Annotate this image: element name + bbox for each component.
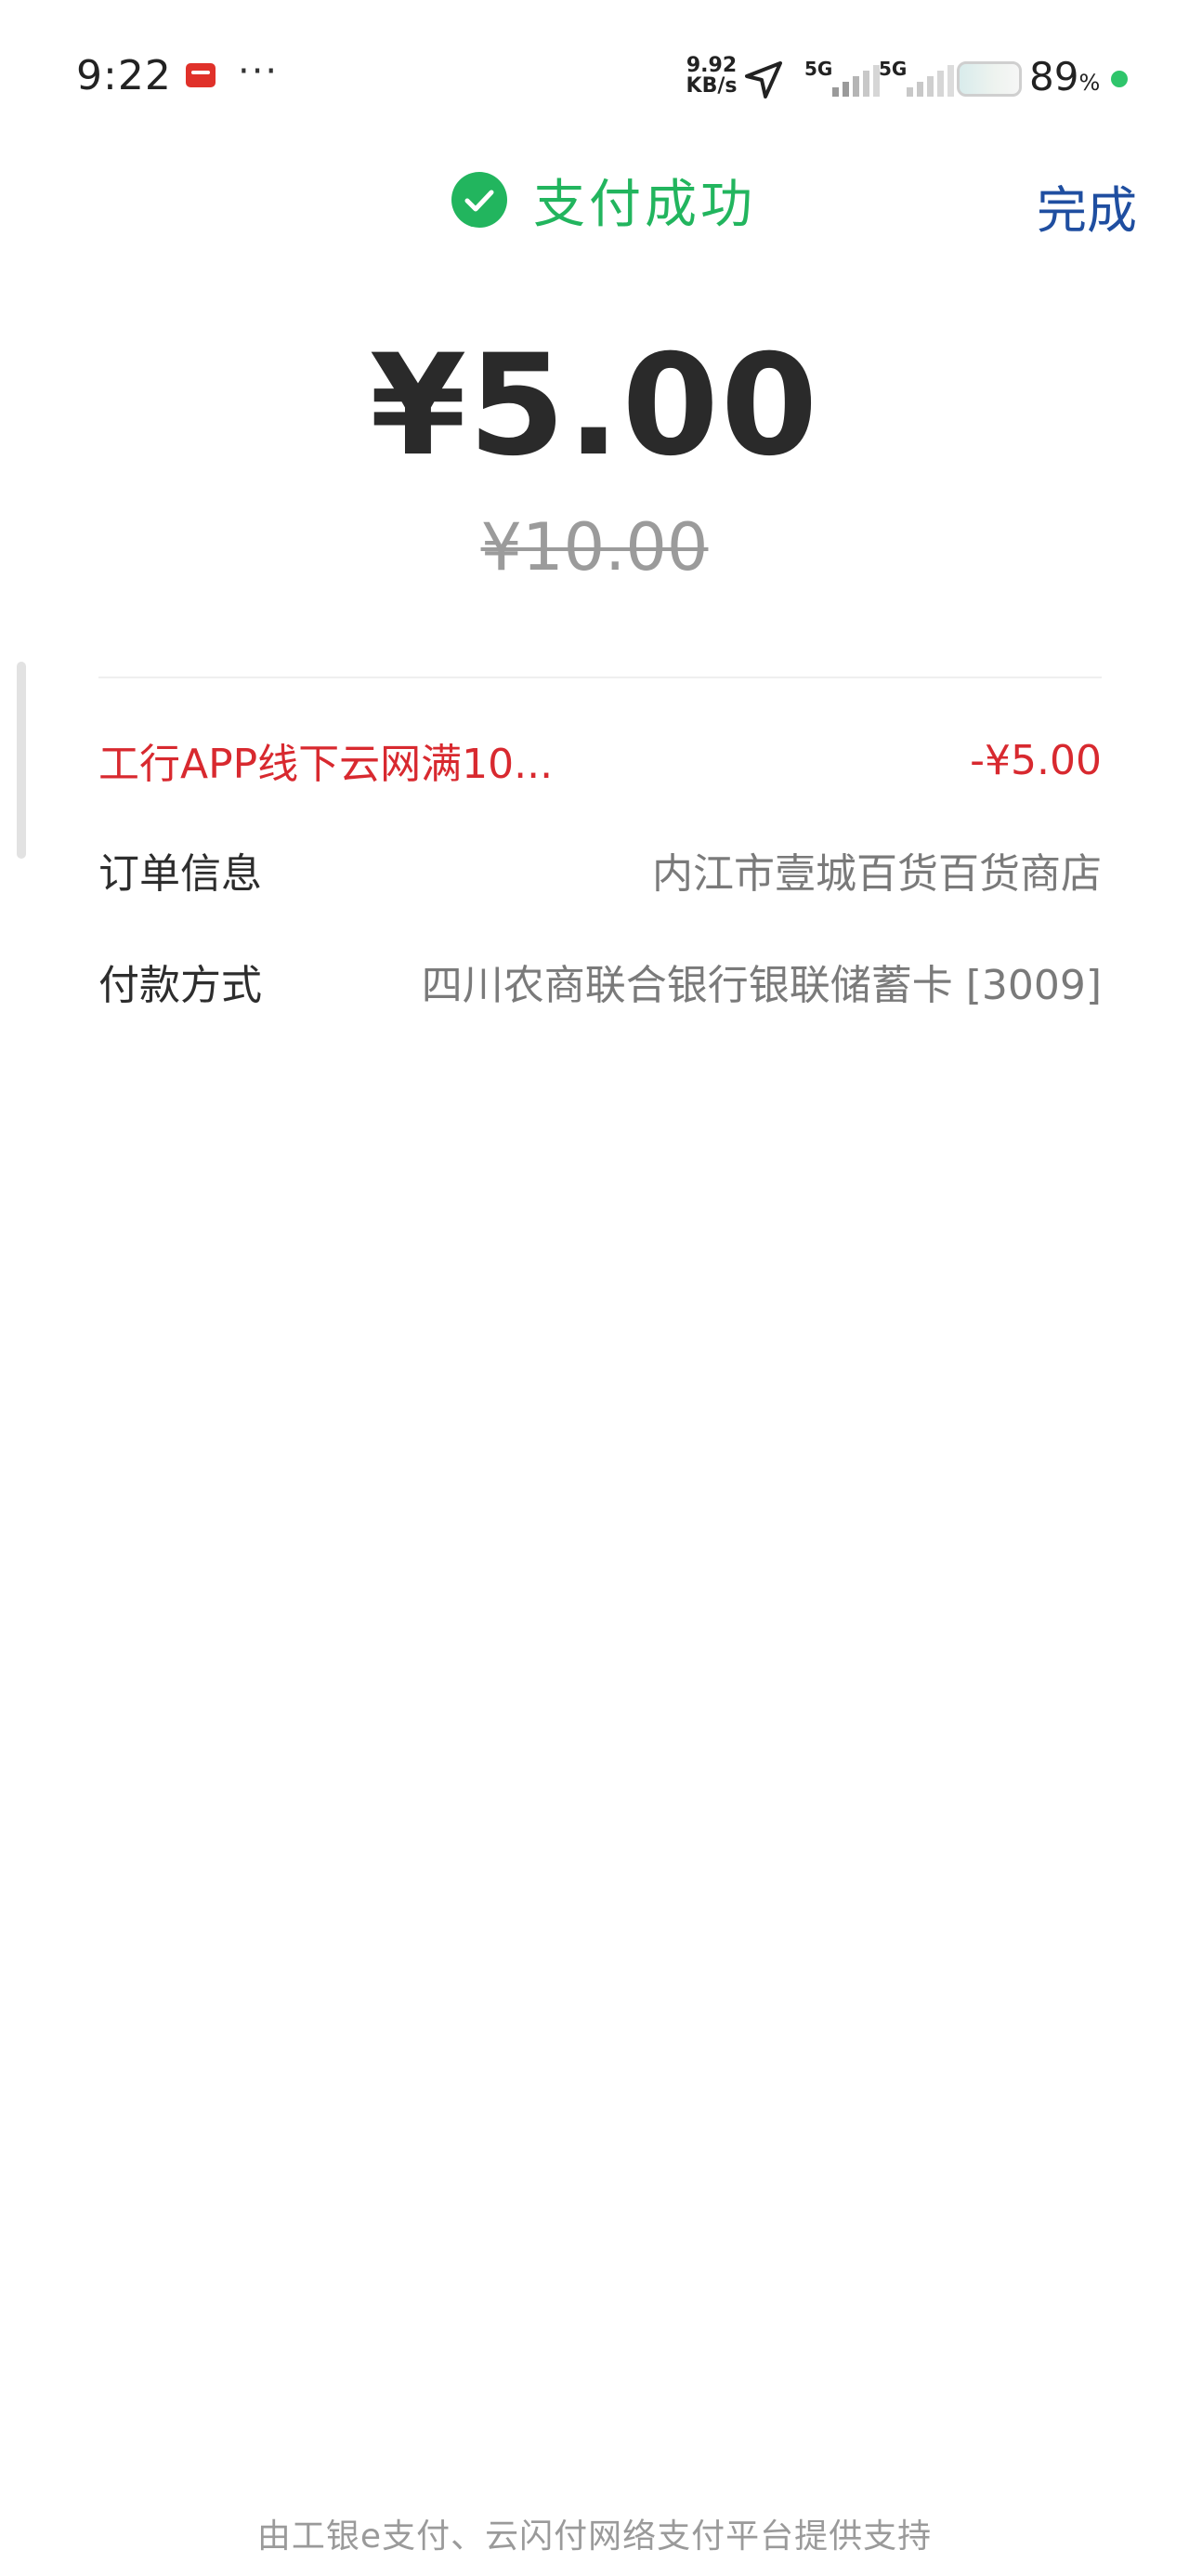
original-amount-value: ¥10.00	[480, 509, 709, 585]
battery-percentage: 89%	[1029, 54, 1100, 99]
payment-method-label: 付款方式	[98, 962, 262, 1009]
charging-indicator-dot	[1111, 71, 1128, 87]
status-bar: 9:22 ··· 9.92 KB/s 5G 5G 89%	[0, 0, 1189, 139]
status-time: 9:22	[76, 52, 172, 99]
battery-percentage-sign: %	[1078, 70, 1101, 96]
paid-amount: ¥5.00	[369, 325, 820, 487]
sim2-network-tag: 5G	[879, 58, 908, 80]
page-header: 支付成功 完成	[0, 149, 1189, 251]
payment-success-status: 支付成功	[451, 167, 756, 235]
network-speed: 9.92 KB/s	[684, 56, 739, 97]
order-info-label: 订单信息	[98, 850, 262, 898]
merchant-name: 内江市壹城百货百货商店	[652, 850, 1102, 898]
more-notifications-icon: ···	[238, 50, 280, 93]
network-speed-value: 9.92	[686, 54, 738, 77]
payment-method-row: 付款方式 四川农商联合银行银联储蓄卡 [3009]	[98, 944, 1102, 1019]
powered-by-footer: 由工银e支付、云闪付网络支付平台提供支持	[256, 2517, 933, 2556]
discount-label: 工行APP线下云网满10...	[98, 741, 554, 788]
scroll-indicator[interactable]	[17, 662, 26, 859]
network-speed-unit: KB/s	[686, 74, 738, 98]
original-amount: ¥10.00	[0, 509, 1189, 585]
icbc-app-icon	[186, 63, 216, 87]
payment-method-value: 四川农商联合银行银联储蓄卡 [3009]	[421, 962, 1102, 1009]
battery-percentage-value: 89	[1029, 54, 1079, 99]
discount-row: 工行APP线下云网满10... -¥5.00	[98, 723, 1102, 797]
check-circle-icon	[451, 172, 507, 228]
discount-value: -¥5.00	[970, 736, 1102, 784]
done-button[interactable]: 完成	[1037, 169, 1137, 243]
divider	[98, 677, 1102, 678]
location-arrow-icon	[745, 61, 782, 99]
battery-icon	[957, 61, 1022, 97]
payment-success-title: 支付成功	[533, 174, 756, 235]
sim1-network-tag: 5G	[804, 58, 833, 80]
order-info-row: 订单信息 内江市壹城百货百货商店	[98, 833, 1102, 907]
